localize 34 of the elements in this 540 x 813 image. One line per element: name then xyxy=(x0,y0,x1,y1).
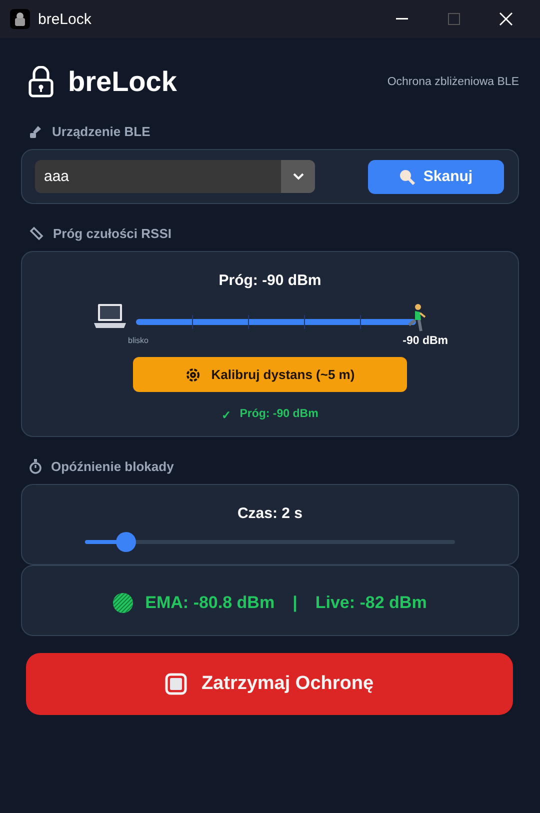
status-text: Próg: -90 dBm xyxy=(240,408,318,422)
stopwatch-icon xyxy=(29,459,42,474)
app-title: breLock xyxy=(68,66,178,98)
value-label: -90 dBm xyxy=(402,335,448,347)
device-select[interactable]: aaa xyxy=(35,160,315,193)
laptop-icon xyxy=(94,303,126,329)
stop-icon xyxy=(165,673,188,695)
ema-reading: EMA: -80.8 dBm xyxy=(145,593,275,613)
min-label: blisko xyxy=(128,336,148,345)
check-mark: ✓ xyxy=(222,409,232,422)
scan-button[interactable]: Skanuj xyxy=(368,160,504,194)
calibrate-button[interactable]: Kalibruj dystans (~5 m) xyxy=(133,357,407,392)
runner-icon[interactable] xyxy=(405,303,427,333)
maximize-icon[interactable] xyxy=(448,13,460,25)
ruler-icon xyxy=(29,226,44,241)
app-icon xyxy=(10,9,30,29)
chevron-down-icon xyxy=(292,173,304,180)
search-icon xyxy=(399,168,416,184)
gear-icon xyxy=(185,366,202,382)
window-title: breLock xyxy=(38,10,92,28)
threshold-label: Próg: -90 dBm xyxy=(218,272,322,289)
slider-thumb[interactable] xyxy=(116,532,136,552)
time-label: Czas: 2 s xyxy=(237,505,303,522)
stop-protection-button[interactable]: Zatrzymaj Ochronę xyxy=(26,653,513,715)
separator: | xyxy=(292,593,298,613)
padlock-icon xyxy=(28,66,54,98)
minimize-icon[interactable] xyxy=(396,18,408,20)
close-icon[interactable] xyxy=(499,12,513,26)
section-heading: Urządzenie BLE xyxy=(52,124,150,139)
app-subtitle: Ochrona zbliżeniowa BLE xyxy=(387,76,519,88)
live-reading: Live: -82 dBm xyxy=(315,593,427,613)
status-dot-icon xyxy=(113,593,134,613)
section-heading: Próg czułości RSSI xyxy=(53,226,172,241)
section-heading: Opóźnienie blokady xyxy=(51,459,174,474)
